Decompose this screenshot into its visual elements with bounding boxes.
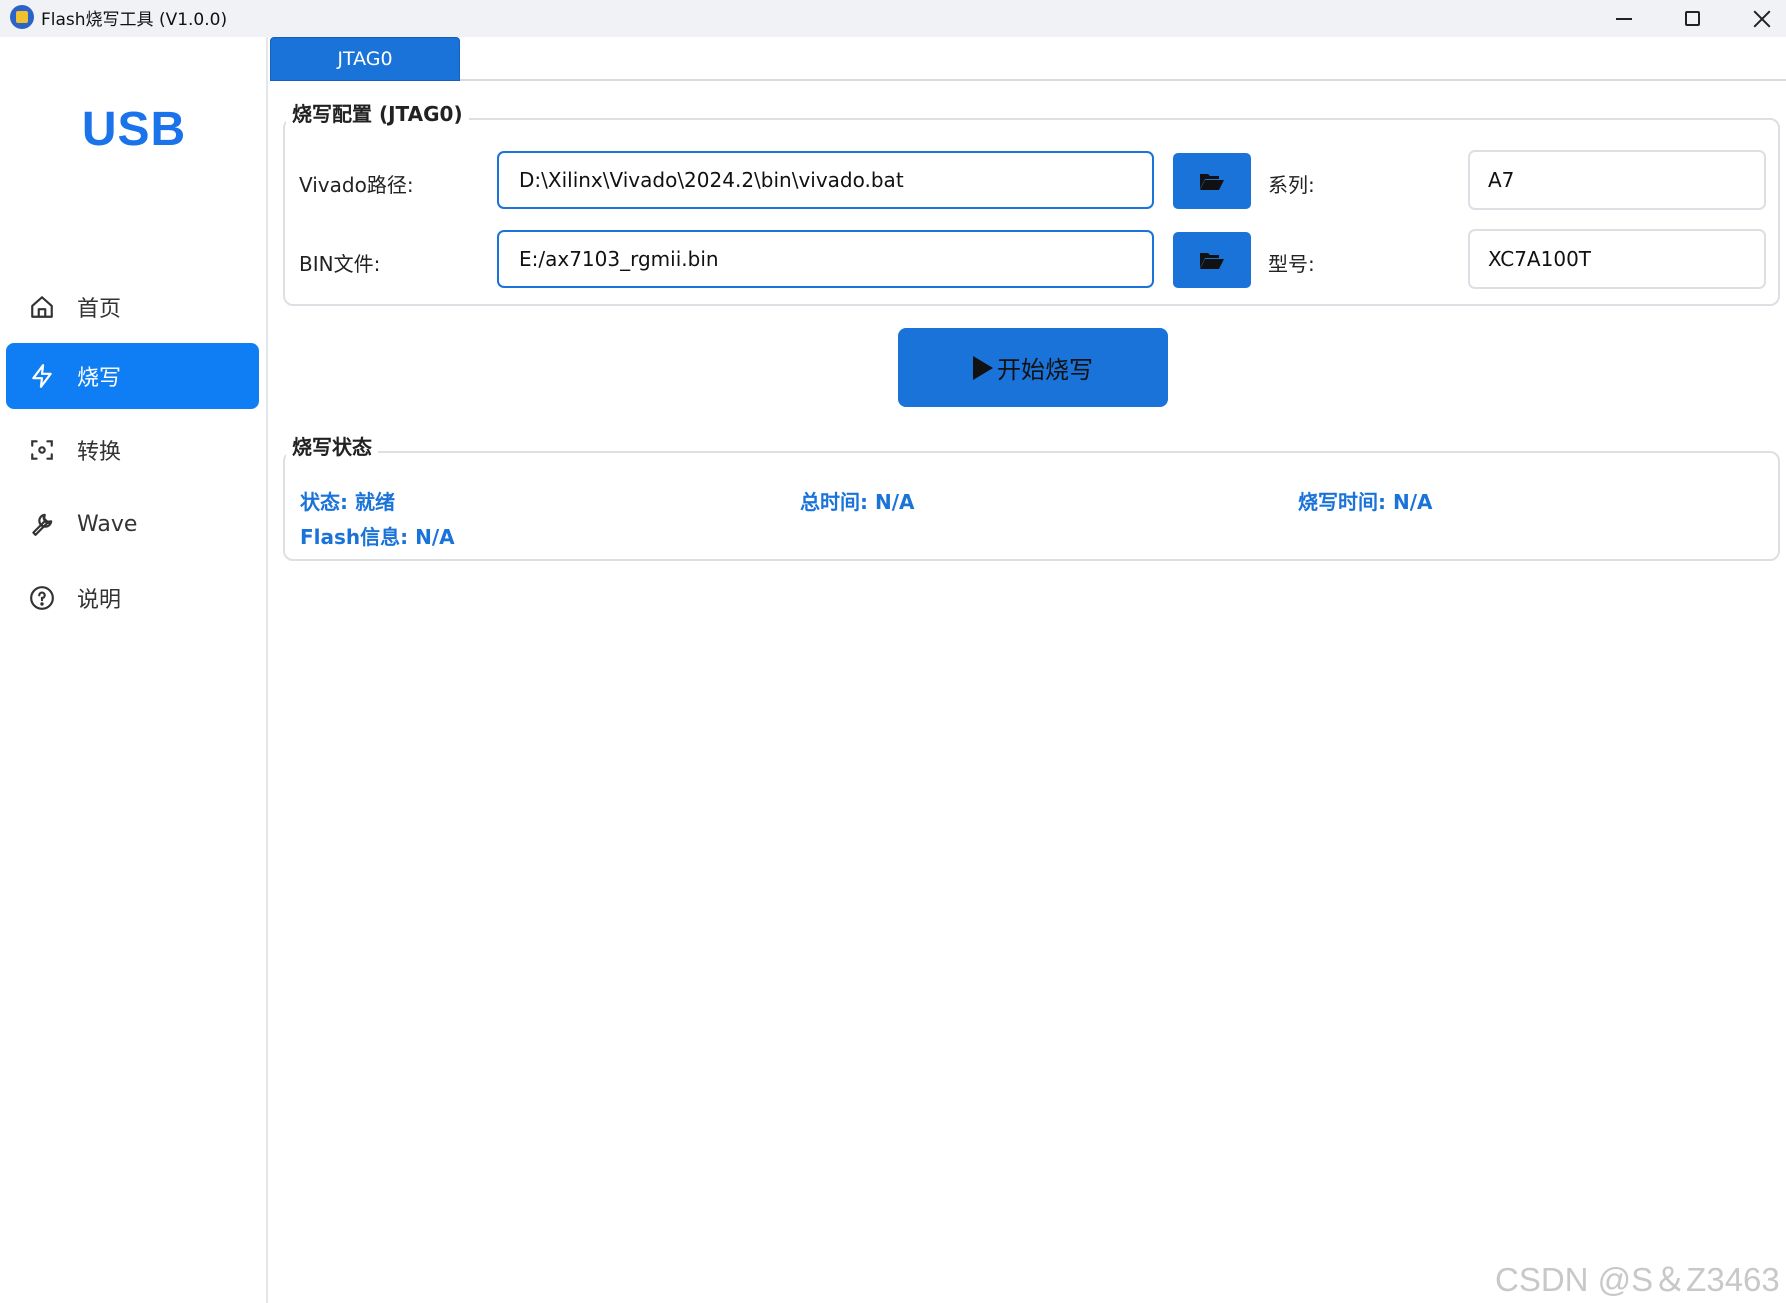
home-icon bbox=[29, 294, 55, 320]
sidebar-item-help[interactable]: 说明 bbox=[6, 565, 259, 631]
window-title: Flash烧写工具 (V1.0.0) bbox=[41, 10, 228, 30]
maximize-button[interactable] bbox=[1660, 0, 1724, 37]
sidebar-item-label: 烧写 bbox=[77, 366, 122, 391]
help-circle-icon bbox=[29, 585, 55, 611]
sidebar-item-label: 首页 bbox=[77, 297, 122, 322]
wrench-icon bbox=[29, 511, 55, 537]
minimize-icon bbox=[1616, 17, 1632, 20]
sidebar-item-home[interactable]: 首页 bbox=[6, 274, 259, 340]
folder-open-icon bbox=[1200, 174, 1224, 190]
status-burn-time: 烧写时间: N/A bbox=[1298, 490, 1433, 514]
start-burn-label: 开始烧写 bbox=[997, 356, 1093, 384]
brand-logo: USB bbox=[81, 103, 187, 156]
config-group-title: 烧写配置 (JTAG0) bbox=[286, 98, 469, 127]
start-burn-button[interactable]: 开始烧写 bbox=[898, 328, 1168, 407]
status-group bbox=[283, 451, 1780, 561]
status-state: 状态: 就绪 bbox=[300, 490, 395, 514]
scan-icon bbox=[29, 437, 55, 463]
status-group-title: 烧写状态 bbox=[286, 431, 378, 460]
bin-file-input[interactable]: E:/ax7103_rgmii.bin bbox=[497, 230, 1154, 288]
model-field[interactable]: XC7A100T bbox=[1468, 229, 1766, 289]
tab-jtag0[interactable]: JTAG0 bbox=[270, 37, 460, 81]
sidebar-item-label: 转换 bbox=[77, 440, 122, 465]
sidebar-item-label: Wave bbox=[77, 511, 138, 537]
app-window: Flash烧写工具 (V1.0.0) USB 首页 烧写 转换 Wave 说明 … bbox=[0, 0, 1786, 1303]
title-bar: Flash烧写工具 (V1.0.0) bbox=[0, 0, 1786, 37]
maximize-icon bbox=[1684, 11, 1700, 26]
bin-file-label: BIN文件: bbox=[299, 252, 381, 276]
lightning-icon bbox=[29, 363, 55, 389]
app-chip-icon bbox=[10, 5, 34, 29]
watermark: CSDN @S＆Z3463 bbox=[1495, 1261, 1780, 1298]
close-icon bbox=[1753, 10, 1771, 28]
series-field[interactable]: A7 bbox=[1468, 150, 1766, 210]
vivado-path-label: Vivado路径: bbox=[299, 173, 414, 197]
sidebar-item-label: 说明 bbox=[77, 588, 122, 613]
tab-bar: JTAG0 bbox=[270, 37, 1786, 81]
play-icon bbox=[973, 355, 993, 380]
sidebar-item-wave[interactable]: Wave bbox=[6, 491, 259, 557]
model-label: 型号: bbox=[1268, 252, 1315, 276]
sidebar-item-convert[interactable]: 转换 bbox=[6, 417, 259, 483]
close-button[interactable] bbox=[1730, 0, 1786, 37]
sidebar-item-burn[interactable]: 烧写 bbox=[6, 343, 259, 409]
vivado-path-input[interactable]: D:\Xilinx\Vivado\2024.2\bin\vivado.bat bbox=[497, 151, 1154, 209]
folder-open-icon bbox=[1200, 253, 1224, 269]
status-flash-info: Flash信息: N/A bbox=[300, 525, 455, 549]
status-total-time: 总时间: N/A bbox=[800, 490, 915, 514]
minimize-button[interactable] bbox=[1592, 0, 1656, 37]
series-label: 系列: bbox=[1268, 173, 1315, 197]
vivado-browse-button[interactable] bbox=[1173, 153, 1251, 209]
sidebar: USB 首页 烧写 转换 Wave 说明 bbox=[0, 37, 268, 1303]
bin-browse-button[interactable] bbox=[1173, 232, 1251, 288]
